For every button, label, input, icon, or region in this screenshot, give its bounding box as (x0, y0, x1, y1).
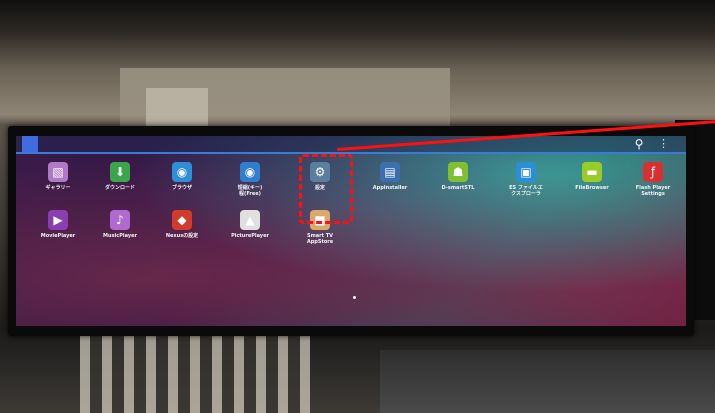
android-icon: ☗ (448, 162, 468, 182)
app-shortcut[interactable]: ▬ FileBrowser (562, 162, 622, 191)
music-icon: ♪ (110, 210, 130, 230)
app-shortcut[interactable]: ◉ 短縮(キー) 程(Free) (220, 162, 280, 197)
app-label: MusicPlayer (103, 233, 137, 239)
app-label: Smart TV AppStore (306, 233, 334, 245)
app-label: ダウンロード (104, 185, 135, 191)
window-blinds (80, 335, 310, 413)
es-explorer-icon: ▣ (516, 162, 536, 182)
flash-icon: ƒ (643, 162, 663, 182)
app-shortcut[interactable]: ▲ PicturePlayer (220, 210, 280, 239)
download-icon: ⬇ (110, 162, 130, 182)
overflow-menu-icon[interactable]: ⋮ (658, 137, 669, 151)
app-shortcut[interactable]: ▣ ES ファイルエ クスプローラ (496, 162, 556, 197)
app-label: MoviePlayer (40, 233, 76, 239)
app-shortcut[interactable]: ◉ ブラウザ (152, 162, 212, 191)
globe-icon: ◉ (240, 162, 260, 182)
movie-icon: ▶ (48, 210, 68, 230)
page-indicator-dot (353, 296, 356, 299)
app-shortcut[interactable]: ▤ AppInstaller (360, 162, 420, 191)
nexus-settings-icon: ◆ (172, 210, 192, 230)
app-label: ギャラリー (45, 185, 71, 191)
app-label: AppInstaller (372, 185, 408, 191)
app-label: D-smartSTL (441, 185, 475, 191)
picture-icon: ▲ (240, 210, 260, 230)
settings-highlight-box (299, 154, 353, 224)
app-shortcut[interactable]: ▶ MoviePlayer (28, 210, 88, 239)
app-label: PicturePlayer (231, 233, 269, 239)
monitor: ⚲ ⋮ ▧ ギャラリー ⬇ ダウンロード ◉ ブラウザ ◉ 短縮(キー) 程(Free) ⚙ 設定… (8, 126, 694, 336)
app-label: ES ファイルエ クスプローラ (509, 185, 543, 197)
browser-globe-icon: ◉ (172, 162, 192, 182)
app-shortcut[interactable]: ☗ D-smartSTL (428, 162, 488, 191)
folder-icon: ▬ (582, 162, 602, 182)
wall-poster (146, 88, 208, 128)
app-label: Flash Player Settings (635, 185, 671, 197)
app-shortcut[interactable]: ◆ Nexusの設定 (152, 210, 212, 239)
app-label: Nexusの設定 (165, 233, 199, 239)
app-label: 短縮(キー) 程(Free) (237, 185, 263, 197)
app-label: FileBrowser (575, 185, 609, 191)
app-shortcut[interactable]: ▧ ギャラリー (28, 162, 88, 191)
desk (380, 350, 715, 413)
app-shortcut[interactable]: ƒ Flash Player Settings (623, 162, 683, 197)
all-apps-tab[interactable] (22, 136, 38, 152)
top-bar: ⚲ ⋮ (16, 136, 686, 154)
android-home-screen: ⚲ ⋮ ▧ ギャラリー ⬇ ダウンロード ◉ ブラウザ ◉ 短縮(キー) 程(Free) ⚙ 設定… (16, 136, 686, 326)
gallery-icon: ▧ (48, 162, 68, 182)
app-shortcut[interactable]: ⬇ ダウンロード (90, 162, 150, 191)
app-label: ブラウザ (171, 185, 192, 191)
app-shortcut[interactable]: ♪ MusicPlayer (90, 210, 150, 239)
app-installer-icon: ▤ (380, 162, 400, 182)
search-icon[interactable]: ⚲ (632, 137, 646, 151)
